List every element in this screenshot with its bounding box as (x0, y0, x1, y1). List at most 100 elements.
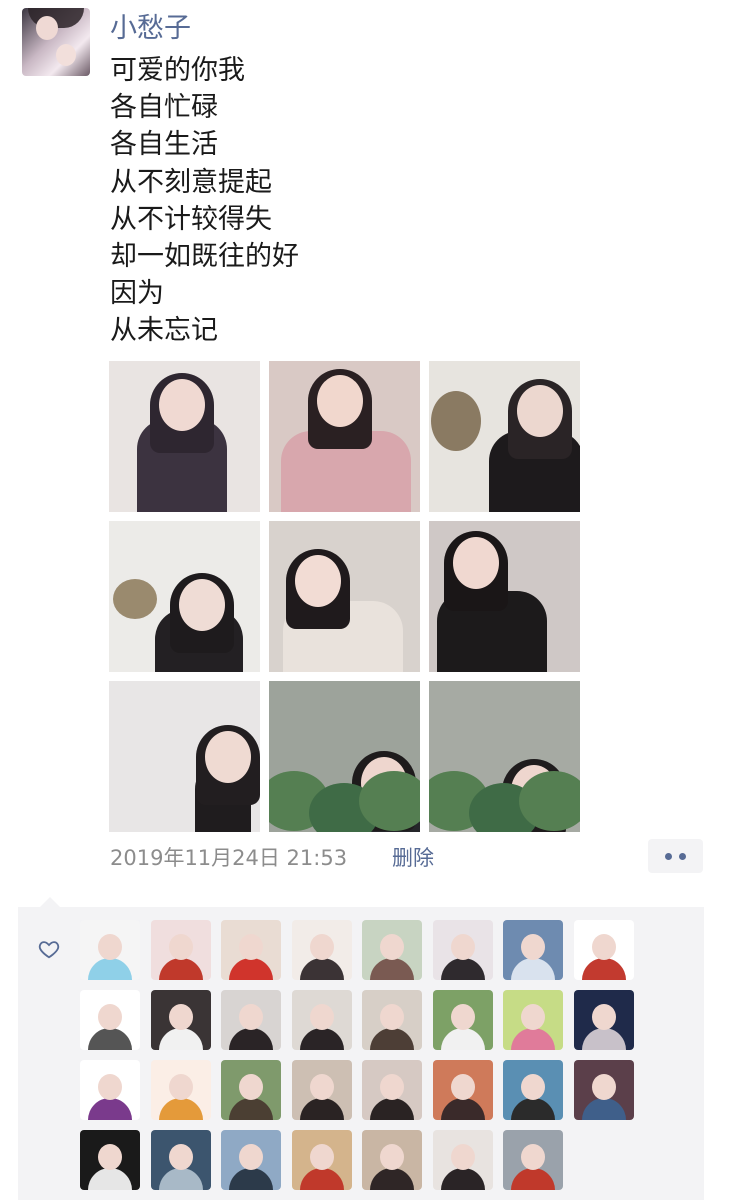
like-avatar[interactable] (573, 990, 634, 1050)
like-avatar[interactable] (362, 1060, 422, 1120)
photo-thumbnail[interactable] (269, 521, 420, 672)
more-dots-icon[interactable] (648, 839, 703, 873)
avatar-figure-face (239, 1074, 263, 1100)
like-avatar[interactable] (503, 1130, 563, 1190)
avatar-figure-body (158, 1168, 203, 1190)
avatar-figure-body (440, 958, 485, 980)
photo-thumbnail[interactable] (109, 681, 260, 832)
photo-figure-face (179, 579, 225, 631)
like-avatar[interactable] (362, 920, 422, 980)
like-avatar[interactable] (80, 1130, 140, 1190)
photo-thumbnail[interactable] (109, 521, 260, 672)
like-avatar[interactable] (432, 990, 493, 1050)
avatar-figure-face (309, 1004, 334, 1030)
avatar-figure-face (239, 1004, 263, 1030)
photo-figure-face (159, 379, 205, 431)
likes-panel (18, 897, 704, 1200)
like-avatar[interactable] (432, 920, 493, 980)
author-name[interactable]: 小愁子 (110, 6, 191, 45)
like-avatar[interactable] (291, 1130, 352, 1190)
post-line: 从不刻意提起 (110, 166, 272, 198)
like-avatars (80, 920, 634, 1190)
like-avatar[interactable] (150, 1130, 211, 1190)
like-avatar[interactable] (221, 1130, 281, 1190)
avatar-figure-body (581, 1028, 626, 1050)
avatar-figure-face (380, 934, 404, 960)
like-avatar[interactable] (291, 1060, 352, 1120)
photo-figure-face (453, 537, 499, 589)
photo-thumbnail[interactable] (269, 361, 420, 512)
dot (665, 852, 672, 860)
avatar-figure-body (511, 1028, 555, 1050)
photo-dried-flowers (113, 579, 157, 619)
avatar-figure-body (229, 1028, 273, 1050)
post-text: 可爱的你我 各自忙碌 各自生活 从不刻意提起 从不计较得失 却一如既往的好 因为… (110, 52, 630, 350)
avatar-figure-face (168, 934, 193, 960)
avatar-figure-face (380, 1004, 404, 1030)
photo-thumbnail[interactable] (429, 681, 580, 832)
like-avatar[interactable] (221, 990, 281, 1050)
post-line: 可爱的你我 (110, 55, 245, 86)
avatar-figure-face (309, 1074, 334, 1100)
like-avatar[interactable] (362, 1130, 422, 1190)
avatar-figure-body (158, 1098, 203, 1120)
like-avatar[interactable] (362, 990, 422, 1050)
avatar-figure-face (591, 934, 616, 960)
avatar-figure-face (521, 1144, 545, 1170)
like-avatar[interactable] (150, 920, 211, 980)
avatar-figure-body (158, 1028, 203, 1050)
like-avatar[interactable] (573, 1060, 634, 1120)
avatar-figure-body (440, 1168, 485, 1190)
post-line: 从未忘记 (110, 315, 218, 347)
avatar-figure-face (450, 1074, 475, 1100)
avatar-figure-body (370, 1098, 414, 1120)
like-avatar[interactable] (503, 920, 563, 980)
like-avatar[interactable] (150, 1060, 211, 1120)
like-avatar[interactable] (432, 1060, 493, 1120)
avatar-figure-face (521, 1074, 545, 1100)
avatar-figure-body (229, 1098, 273, 1120)
photo-foliage (359, 771, 420, 831)
dot (679, 852, 686, 860)
photo-figure-face (517, 385, 563, 437)
avatar-figure-face (591, 1004, 616, 1030)
photo-thumbnail[interactable] (429, 521, 580, 672)
author-avatar[interactable] (22, 8, 90, 76)
photo-figure-face (317, 375, 363, 427)
avatar-figure-body (581, 1098, 626, 1120)
like-avatar[interactable] (221, 1060, 281, 1120)
avatar-face (36, 16, 58, 40)
avatar-figure-body (370, 1028, 414, 1050)
heart-outline-icon (38, 941, 60, 959)
like-avatar[interactable] (291, 990, 352, 1050)
post-line: 各自生活 (110, 129, 218, 161)
like-avatar[interactable] (80, 1060, 140, 1120)
avatar-figure-face (98, 1004, 122, 1030)
avatar-figure-body (299, 1098, 344, 1120)
avatar-figure-face (450, 1004, 475, 1030)
like-avatar[interactable] (573, 920, 634, 980)
avatar-figure-face (450, 1144, 475, 1170)
avatar-figure-body (88, 1098, 132, 1120)
avatar-figure-body (511, 1168, 555, 1190)
avatar-figure-body (158, 958, 203, 980)
delete-button[interactable]: 删除 (392, 842, 434, 872)
avatar-figure-body (440, 1028, 485, 1050)
like-avatar[interactable] (291, 920, 352, 980)
post-line: 却一如既往的好 (110, 241, 299, 273)
photo-thumbnail[interactable] (429, 361, 580, 512)
like-avatar[interactable] (80, 990, 140, 1050)
like-avatar[interactable] (503, 990, 563, 1050)
post-line: 从不计较得失 (110, 203, 272, 235)
like-avatar[interactable] (432, 1130, 493, 1190)
post-timestamp: 2019年11月24日 21:53 (110, 846, 348, 870)
like-avatar[interactable] (503, 1060, 563, 1120)
like-avatar[interactable] (80, 920, 140, 980)
avatar-figure-body (229, 958, 273, 980)
avatar-face (56, 44, 76, 66)
photo-thumbnail[interactable] (269, 681, 420, 832)
like-avatar[interactable] (221, 920, 281, 980)
photo-grid (109, 361, 580, 832)
photo-thumbnail[interactable] (109, 361, 260, 512)
like-avatar[interactable] (150, 990, 211, 1050)
